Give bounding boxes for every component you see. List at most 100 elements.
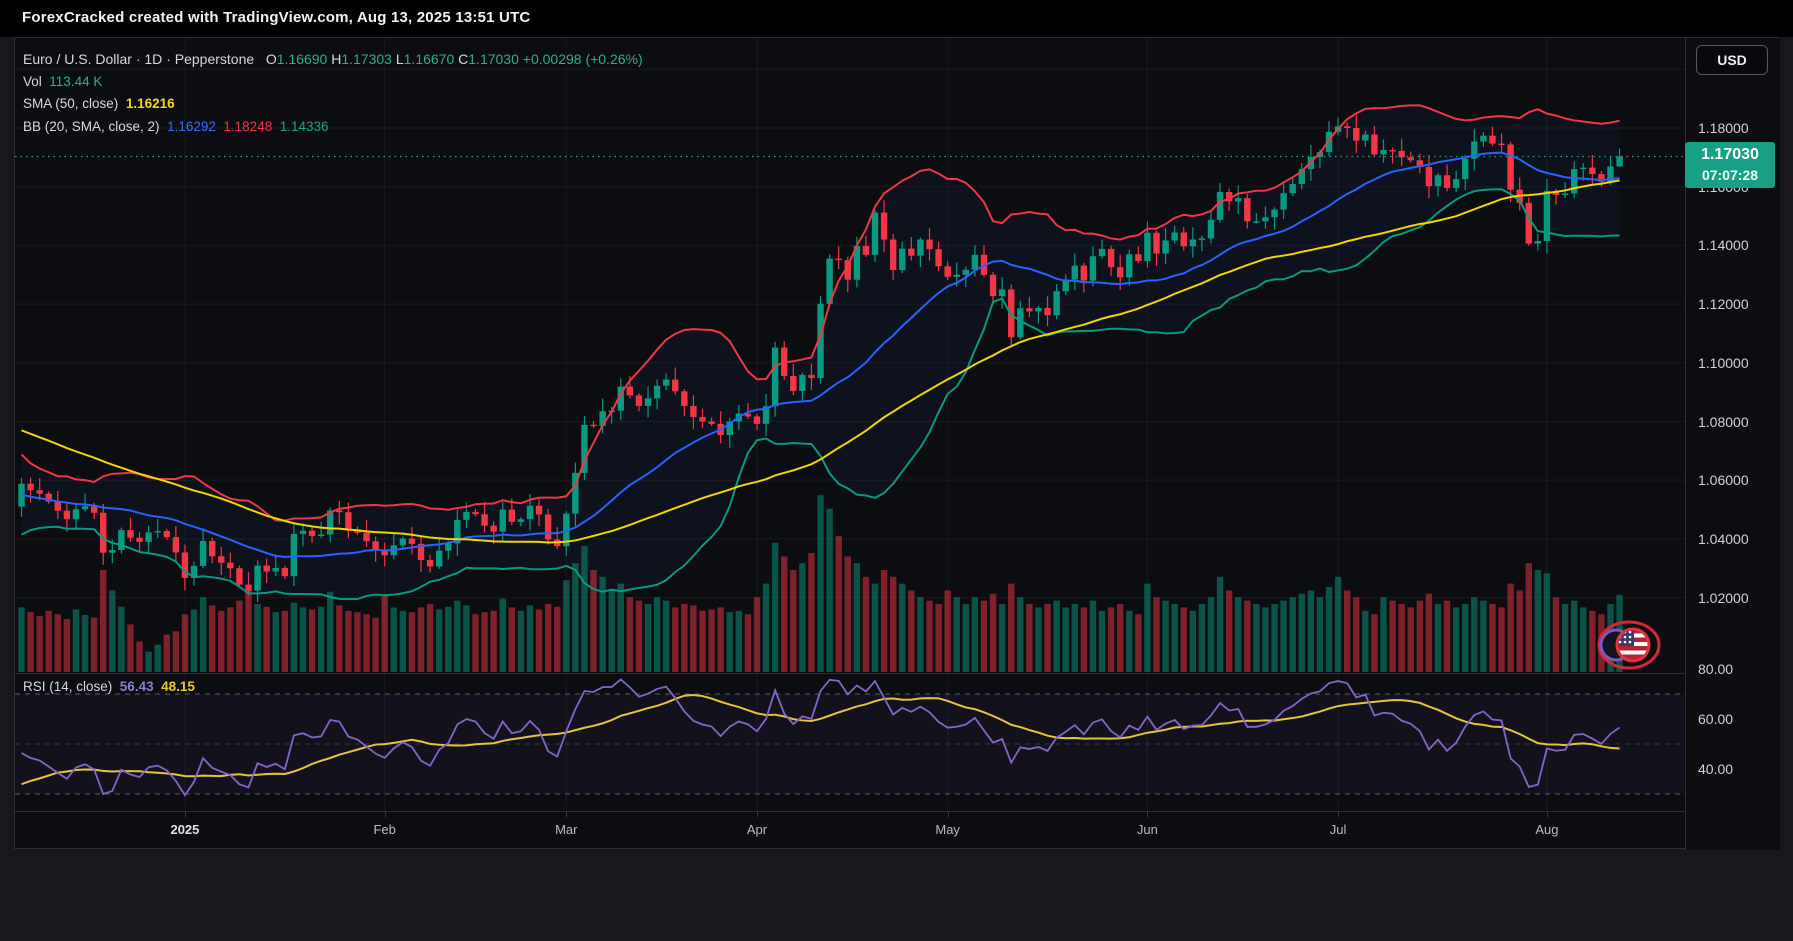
candle-body [645,398,651,406]
candle-body [273,568,279,572]
volume-bar [1517,590,1523,672]
symbol-title[interactable]: Euro / U.S. Dollar [23,51,132,67]
candle-body [345,512,351,529]
volume-bar [227,607,233,672]
volume-bar [182,614,188,672]
volume-bar [572,563,578,672]
volume-bar [1081,607,1087,672]
broker: Pepperstone [175,51,254,67]
volume-bar [82,615,88,672]
volume-bar [944,590,950,672]
candle-body [1362,134,1368,140]
volume-bar [1008,584,1014,672]
volume-bar [36,616,42,672]
time-axis-label: Feb [373,822,395,837]
candle-body [36,490,42,494]
sma-row[interactable]: SMA (50, close) 1.16216 [23,93,643,116]
sma-label[interactable]: SMA (50, close) [23,96,118,111]
candle-body [472,512,478,514]
candle-body [1181,232,1187,246]
rsi-value: 56.43 [120,679,154,694]
volume-bar [372,618,378,672]
candle-body [1280,193,1286,209]
sma-value: 1.16216 [126,96,175,111]
rsi-label[interactable]: RSI (14, close) [23,679,112,694]
volume-bar [55,614,61,672]
volume-bar [354,612,360,672]
rsi-pane[interactable] [15,674,1685,811]
ohlc-low: 1.16670 [404,51,455,67]
volume-bar [1026,604,1032,672]
volume-bar [490,611,496,672]
time-axis-tick [385,812,386,817]
price-scale[interactable]: USD 1.17030 07:07:28 1.180001.160001.140… [1685,38,1780,850]
time-axis-tick [757,812,758,817]
volume-bar [763,584,769,672]
bb-label[interactable]: BB (20, SMA, close, 2) [23,119,160,134]
candle-body [836,259,842,261]
volume-bar [109,590,115,672]
candle-body [127,530,133,538]
ohlc-close: 1.17030 [468,51,519,67]
candle-body [899,249,905,270]
volume-bar [1090,601,1096,672]
volume-bar [1371,614,1377,672]
candle-body [1371,134,1377,154]
candle-body [409,539,415,544]
volume-bar [935,604,941,672]
candle-body [1498,144,1504,146]
last-price-badge: 1.17030 07:07:28 [1685,142,1775,188]
volume-bar [890,577,896,672]
candle-body [863,246,869,255]
volume-bar [917,597,923,672]
candle-body [772,348,778,407]
volume-bar [1063,607,1069,672]
timeframe[interactable]: 1D [144,51,162,67]
volume-bar [781,556,787,672]
volume-bar [836,536,842,672]
rsi-ma-value: 48.15 [161,679,195,694]
candle-body [1053,291,1059,315]
time-scale[interactable]: 2025FebMarAprMayJunJulAug [15,812,1685,849]
price-axis-label: 1.14000 [1698,236,1749,254]
time-axis-label: Jun [1137,822,1158,837]
candle-body [527,506,533,519]
candle-body [990,275,996,296]
volume-bar [645,604,651,672]
candle-body [436,551,442,567]
candle-body [672,380,678,392]
candle-body [27,484,33,490]
price-axis-label: 1.18000 [1698,119,1749,137]
volume-bar [1507,584,1513,672]
volume-bar [1072,604,1078,672]
bb-row[interactable]: BB (20, SMA, close, 2) 1.16292 1.18248 1… [23,116,643,139]
candle-body [1507,144,1513,189]
pane-separator[interactable] [15,673,1780,674]
candle-body [708,422,714,424]
volume-bar [1017,597,1023,672]
currency-toggle-button[interactable]: USD [1696,45,1768,75]
candle-body [1253,221,1259,223]
volume-bar [1035,607,1041,672]
volume-bar [91,618,97,672]
volume-row[interactable]: Vol 113.44 K [23,71,643,94]
volume-bar [954,597,960,672]
volume-bar [690,605,696,672]
volume-bar [1099,611,1105,672]
candle-body [200,541,206,566]
page: ForexCracked created with TradingView.co… [0,0,1793,941]
volume-bar [1244,601,1250,672]
candle-body [282,568,288,576]
candle-body [363,533,369,542]
symbol-row[interactable]: Euro / U.S. Dollar · 1D · Pepperstone O1… [23,48,643,71]
volume-bar [400,611,406,672]
candle-body [926,240,932,250]
price-axis-label: 1.12000 [1698,295,1749,313]
volume-bar [981,601,987,672]
ohlc-low-label: L [396,51,404,67]
volume-bar [318,607,324,672]
volume-bar [1380,597,1386,672]
rsi-legend[interactable]: RSI (14, close) 56.43 48.15 [23,679,195,694]
volume-bar [409,612,415,672]
candle-body [808,375,814,378]
